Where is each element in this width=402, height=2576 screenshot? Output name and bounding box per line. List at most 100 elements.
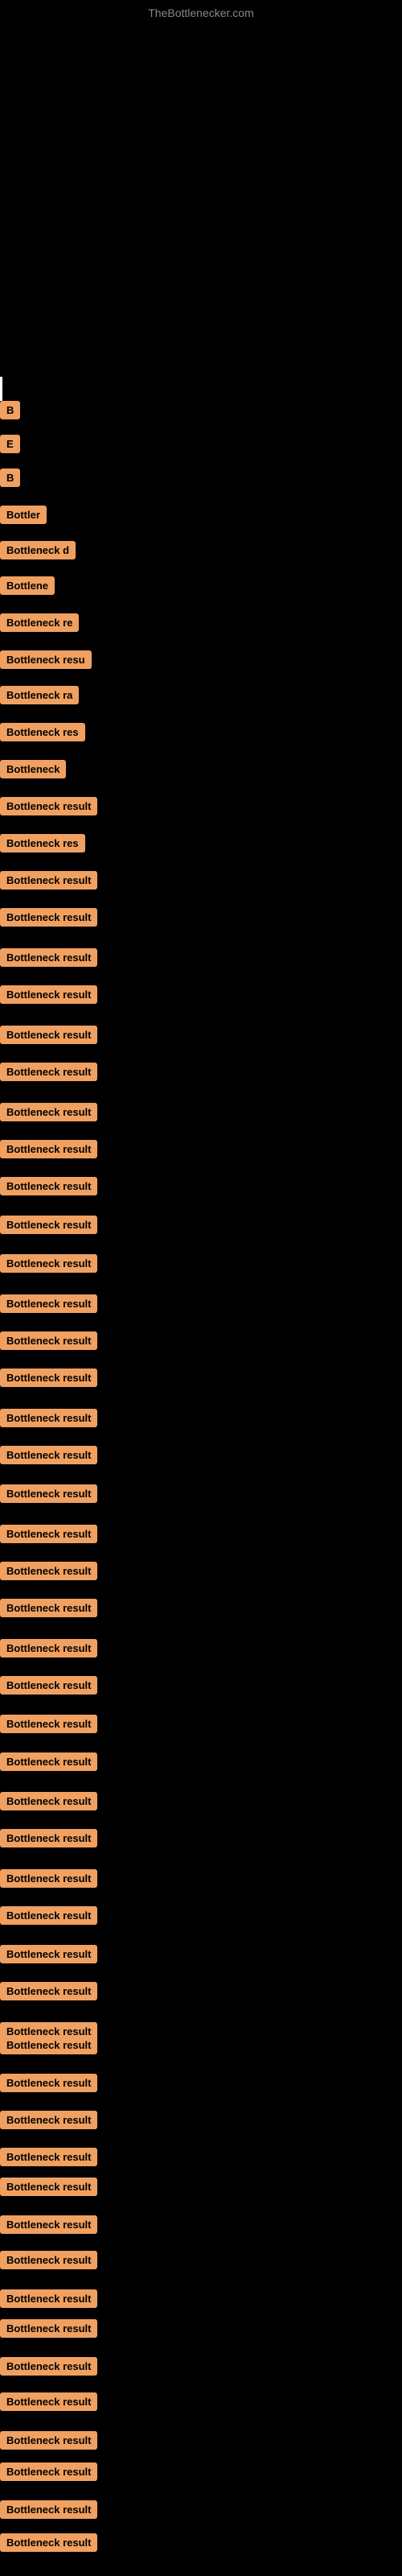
bottleneck-result-item[interactable]: Bottleneck result	[0, 908, 97, 931]
bottleneck-result-item[interactable]: Bottleneck result	[0, 797, 97, 819]
bottleneck-result-item[interactable]: Bottleneck result	[0, 1026, 97, 1048]
bottleneck-label-text: Bottleneck result	[0, 908, 97, 927]
bottleneck-label-text: Bottleneck result	[0, 1484, 97, 1503]
bottleneck-label-text: Bottleneck result	[0, 1599, 97, 1617]
bottleneck-label-text: Bottleneck result	[0, 1140, 97, 1158]
bottleneck-result-item[interactable]: Bottlene	[0, 576, 55, 599]
bottleneck-label-text: Bottleneck	[0, 760, 66, 778]
bottleneck-label-text: Bottleneck result	[0, 2289, 97, 2308]
bottleneck-label-text: Bottleneck resu	[0, 650, 92, 669]
bottleneck-label-text: Bottleneck result	[0, 2431, 97, 2450]
bottleneck-label-text: Bottleneck result	[0, 948, 97, 967]
bottleneck-label-text: Bottleneck result	[0, 1676, 97, 1695]
bottleneck-result-item[interactable]: Bottleneck result	[0, 1676, 97, 1699]
bottleneck-result-item[interactable]: Bottleneck d	[0, 541, 76, 564]
bottleneck-result-item[interactable]: Bottleneck result	[0, 1216, 97, 1238]
bottleneck-result-item[interactable]: Bottleneck res	[0, 723, 85, 745]
bottleneck-result-item[interactable]: Bottleneck result	[0, 1294, 97, 1317]
bottleneck-result-item[interactable]: Bottleneck result	[0, 1752, 97, 1775]
bottleneck-label-text: Bottleneck result	[0, 2462, 97, 2481]
bottleneck-result-item[interactable]: Bottleneck result	[0, 1715, 97, 1737]
bottleneck-result-item[interactable]: Bottleneck result	[0, 2251, 97, 2273]
bottleneck-label-text: Bottleneck result	[0, 1982, 97, 2000]
bottleneck-result-item[interactable]: Bottleneck result	[0, 2462, 97, 2485]
bottleneck-label-text: Bottleneck result	[0, 985, 97, 1004]
bottleneck-result-item[interactable]: Bottleneck ra	[0, 686, 79, 708]
bottleneck-result-item[interactable]: Bottleneck result	[0, 2431, 97, 2454]
bottleneck-label-text: B	[0, 469, 20, 487]
bottleneck-label-text: Bottleneck result	[0, 1869, 97, 1888]
bottleneck-result-item[interactable]: Bottleneck result	[0, 948, 97, 971]
bottleneck-result-item[interactable]: Bottleneck result	[0, 1792, 97, 1814]
bottleneck-label-text: Bottleneck result	[0, 2392, 97, 2411]
bottleneck-result-item[interactable]: Bottleneck result	[0, 1331, 97, 1354]
bottleneck-result-item[interactable]: Bottleneck re	[0, 613, 79, 636]
bottleneck-label-text: Bottleneck result	[0, 1026, 97, 1044]
bottleneck-result-item[interactable]: B	[0, 469, 20, 491]
bottleneck-label-text: Bottleneck result	[0, 1254, 97, 1273]
bottleneck-result-item[interactable]: Bottleneck result	[0, 1639, 97, 1662]
bottleneck-label-text: Bottleneck result	[0, 2111, 97, 2129]
bottleneck-result-item[interactable]: Bottleneck result	[0, 2148, 97, 2170]
bottleneck-result-item[interactable]: Bottleneck	[0, 760, 66, 782]
bottleneck-label-text: Bottleneck result	[0, 797, 97, 815]
bottleneck-label-text: Bottleneck ra	[0, 686, 79, 704]
bottleneck-result-item[interactable]: E	[0, 435, 20, 457]
bottleneck-result-item[interactable]: Bottleneck result	[0, 1177, 97, 1199]
bottleneck-result-item[interactable]: Bottleneck result	[0, 2289, 97, 2312]
bottleneck-label-text: Bottleneck re	[0, 613, 79, 632]
bottleneck-result-item[interactable]: Bottleneck result	[0, 2319, 97, 2342]
bottleneck-label-text: Bottleneck result	[0, 2148, 97, 2166]
bottleneck-result-item[interactable]: Bottleneck result	[0, 1525, 97, 1547]
bottleneck-label-text: Bottleneck result	[0, 2319, 97, 2338]
bottleneck-result-item[interactable]: Bottleneck result	[0, 1906, 97, 1929]
bottleneck-result-item[interactable]: Bottleneck result	[0, 1599, 97, 1621]
bottleneck-result-item[interactable]: Bottleneck resu	[0, 650, 92, 673]
bottleneck-result-item[interactable]: Bottleneck result	[0, 2500, 97, 2523]
bottleneck-label-text: Bottleneck result	[0, 1409, 97, 1427]
bottleneck-result-item[interactable]: Bottleneck result	[0, 1254, 97, 1277]
bottleneck-result-item[interactable]: Bottleneck result	[0, 1368, 97, 1391]
bottleneck-result-item[interactable]: Bottleneck result	[0, 1869, 97, 1892]
bottleneck-result-item[interactable]: Bottleneck result	[0, 985, 97, 1008]
bottleneck-result-item[interactable]: Bottleneck result	[0, 2111, 97, 2133]
bottleneck-label-text: Bottleneck result	[0, 2036, 97, 2054]
bottleneck-result-item[interactable]: Bottleneck result	[0, 1409, 97, 1431]
bottleneck-result-item[interactable]: Bottleneck result	[0, 1945, 97, 1967]
bottleneck-result-item[interactable]: Bottleneck result	[0, 1103, 97, 1125]
bottleneck-result-item[interactable]: B	[0, 401, 20, 423]
bottleneck-label-text: Bottleneck result	[0, 871, 97, 890]
bottleneck-result-item[interactable]: Bottleneck res	[0, 834, 85, 857]
bottleneck-label-text: Bottleneck result	[0, 1945, 97, 1963]
bottleneck-label-text: Bottleneck result	[0, 1562, 97, 1580]
bottleneck-label-text: Bottlene	[0, 576, 55, 595]
bottleneck-label-text: Bottleneck result	[0, 2533, 97, 2552]
bottleneck-label-text: Bottleneck d	[0, 541, 76, 559]
bottleneck-result-item[interactable]: Bottleneck result	[0, 2392, 97, 2415]
bottleneck-label-text: Bottleneck res	[0, 723, 85, 741]
bottleneck-label-text: Bottleneck result	[0, 1829, 97, 1847]
bottleneck-result-item[interactable]: Bottleneck result	[0, 1140, 97, 1162]
bottleneck-result-item[interactable]: Bottleneck result	[0, 1829, 97, 1852]
bottleneck-result-item[interactable]: Bottleneck result	[0, 2178, 97, 2200]
bottleneck-result-item[interactable]: Bottleneck result	[0, 1484, 97, 1507]
bottleneck-result-item[interactable]: Bottleneck result	[0, 1562, 97, 1584]
bottleneck-label-text: Bottleneck result	[0, 1216, 97, 1234]
bottleneck-label-text: Bottleneck result	[0, 1063, 97, 1081]
bottleneck-result-item[interactable]: Bottleneck result	[0, 2074, 97, 2096]
bottleneck-result-item[interactable]: Bottleneck result	[0, 1063, 97, 1085]
bottleneck-result-item[interactable]: Bottleneck result	[0, 2215, 97, 2238]
bottleneck-label-text: Bottleneck result	[0, 1368, 97, 1387]
bottleneck-label-text: Bottleneck result	[0, 1525, 97, 1543]
bottleneck-result-item[interactable]: Bottleneck result	[0, 2533, 97, 2556]
bottleneck-result-item[interactable]: Bottleneck result	[0, 2357, 97, 2380]
bottleneck-result-item[interactable]: Bottleneck result	[0, 871, 97, 894]
bottleneck-label-text: Bottleneck res	[0, 834, 85, 852]
bottleneck-label-text: Bottleneck result	[0, 2251, 97, 2269]
bottleneck-result-item[interactable]: Bottler	[0, 506, 47, 528]
bottleneck-result-item[interactable]: Bottleneck result	[0, 1982, 97, 2004]
bottleneck-label-text: Bottleneck result	[0, 1715, 97, 1733]
bottleneck-result-item[interactable]: Bottleneck result	[0, 2036, 97, 2058]
bottleneck-label-text: Bottleneck result	[0, 1294, 97, 1313]
bottleneck-result-item[interactable]: Bottleneck result	[0, 1446, 97, 1468]
